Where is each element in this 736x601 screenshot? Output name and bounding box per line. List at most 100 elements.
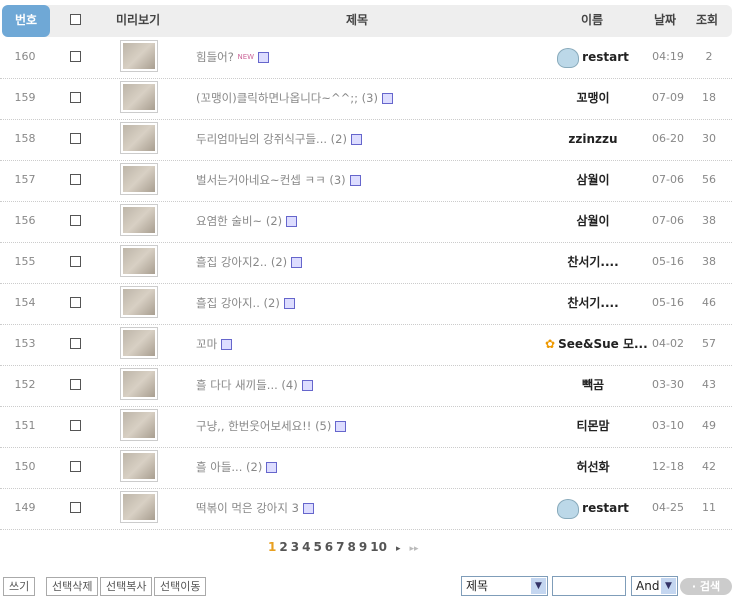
thumbnail[interactable] <box>120 491 158 523</box>
thumbnail[interactable] <box>120 40 158 72</box>
page-link[interactable]: 8 <box>348 540 356 554</box>
header-title: 제목 <box>346 13 369 27</box>
select-all-checkbox[interactable] <box>70 14 81 25</box>
post-title-link[interactable]: 구냥,, 한번웃어보세요!! (5) <box>196 406 347 446</box>
table-row: 156 요염한 술비~ (2) 삼월이 07-06 38 <box>0 201 732 243</box>
thumbnail[interactable] <box>120 204 158 236</box>
row-checkbox[interactable] <box>70 297 81 308</box>
post-title-link[interactable]: 힘들어? NEW <box>196 37 270 77</box>
page-link[interactable]: 4 <box>302 540 310 554</box>
last-page-icon[interactable]: ▸▸ <box>409 544 418 554</box>
author-name[interactable]: restart <box>545 37 641 77</box>
search-op-select[interactable]: And ▼ <box>631 576 678 596</box>
row-checkbox[interactable] <box>70 502 81 513</box>
post-title-link[interactable]: 두리엄마님의 강쥐식구들... (2) <box>196 119 362 159</box>
post-title-link[interactable]: 요염한 술비~ (2) <box>196 201 298 241</box>
row-checkbox[interactable] <box>70 215 81 226</box>
page-link[interactable]: 5 <box>313 540 321 554</box>
thumbnail[interactable] <box>120 245 158 277</box>
author-name[interactable]: 삼월이 <box>545 160 641 200</box>
search-field-value: 제목 <box>466 579 489 593</box>
post-title: 흘 아들... <box>196 460 243 474</box>
post-title-link[interactable]: 흘 아들... (2) <box>196 447 278 487</box>
delete-selected-button[interactable]: 선택삭제 <box>46 577 99 596</box>
move-selected-button[interactable]: 선택이동 <box>154 577 207 596</box>
page-link[interactable]: 2 <box>279 540 287 554</box>
memo-icon <box>258 52 270 63</box>
table-row: 159 (꼬맹이)클릭하면나옵니다~^^;; (3) 꼬맹이 07-09 18 <box>0 78 732 120</box>
view-count: 49 <box>702 419 716 432</box>
thumbnail[interactable] <box>120 286 158 318</box>
user-icon <box>557 498 580 519</box>
post-title: 힘들어? <box>196 50 234 64</box>
page-link[interactable]: 1 <box>268 540 276 554</box>
search-field-select[interactable]: 제목 ▼ <box>461 576 548 596</box>
post-date: 05-16 <box>652 296 684 309</box>
header-no: 번호 <box>2 5 50 37</box>
post-title-link[interactable]: 꼬마 <box>196 324 233 364</box>
comment-count: (2) <box>263 296 280 310</box>
row-checkbox[interactable] <box>70 92 81 103</box>
post-title-link[interactable]: 흘집 강아지.. (2) <box>196 283 295 323</box>
author-name[interactable]: 삼월이 <box>545 201 641 241</box>
post-date: 05-16 <box>652 255 684 268</box>
next-page-icon[interactable]: ▸ <box>396 544 401 554</box>
table-row: 154 흘집 강아지.. (2) 찬서기.... 05-16 46 <box>0 283 732 325</box>
row-checkbox[interactable] <box>70 338 81 349</box>
post-date: 07-09 <box>652 91 684 104</box>
page-link[interactable]: 3 <box>291 540 299 554</box>
thumbnail[interactable] <box>120 409 158 441</box>
row-checkbox[interactable] <box>70 420 81 431</box>
author-name[interactable]: 꼬맹이 <box>545 78 641 118</box>
post-title-link[interactable]: 벌서는거아네요~컨셉 ㅋㅋ (3) <box>196 160 361 200</box>
chevron-down-icon: ▼ <box>661 578 676 594</box>
memo-icon <box>302 503 314 514</box>
author-name[interactable]: 찬서기.... <box>545 283 641 323</box>
author-label: 빽곰 <box>581 378 605 392</box>
author-name[interactable]: 찬서기.... <box>545 242 641 282</box>
page-link[interactable]: 6 <box>325 540 333 554</box>
thumbnail[interactable] <box>120 81 158 113</box>
author-name[interactable]: 빽곰 <box>545 365 641 405</box>
pagination: 1 2 3 4 5 6 7 8 9 10 ▸ ▸▸ <box>268 540 422 554</box>
thumbnail[interactable] <box>120 163 158 195</box>
author-name[interactable]: restart <box>545 488 641 528</box>
thumbnail[interactable] <box>120 450 158 482</box>
post-title-link[interactable]: (꼬맹이)클릭하면나옵니다~^^;; (3) <box>196 78 393 118</box>
author-name[interactable]: 허선화 <box>545 447 641 487</box>
table-row: 152 흘 다다 새끼들... (4) 빽곰 03-30 43 <box>0 365 732 407</box>
write-button[interactable]: 쓰기 <box>3 577 36 596</box>
row-checkbox[interactable] <box>70 133 81 144</box>
row-checkbox[interactable] <box>70 379 81 390</box>
post-date: 04-25 <box>652 501 684 514</box>
author-name[interactable]: ✿ See&Sue 모... <box>545 324 648 364</box>
thumbnail[interactable] <box>120 122 158 154</box>
row-checkbox[interactable] <box>70 51 81 62</box>
search-button[interactable]: · 검색 <box>680 578 732 595</box>
row-checkbox[interactable] <box>70 256 81 267</box>
copy-selected-button[interactable]: 선택복사 <box>100 577 153 596</box>
view-count: 11 <box>702 501 716 514</box>
post-title-link[interactable]: 떡볶이 먹은 강아지 3 <box>196 488 314 528</box>
page-link[interactable]: 9 <box>359 540 367 554</box>
thumbnail[interactable] <box>120 327 158 359</box>
memo-icon <box>349 175 361 186</box>
post-title: 흘집 강아지2.. <box>196 255 268 269</box>
page-link[interactable]: 7 <box>336 540 344 554</box>
row-checkbox[interactable] <box>70 174 81 185</box>
search-input[interactable] <box>552 576 626 596</box>
author-name[interactable]: 티몬맘 <box>545 406 641 446</box>
memo-icon <box>301 380 313 391</box>
author-name[interactable]: zzinzzu <box>545 119 641 159</box>
post-title-link[interactable]: 흘집 강아지2.. (2) <box>196 242 303 282</box>
memo-icon <box>266 462 278 473</box>
search-op-value: And <box>636 579 660 593</box>
new-badge: NEW <box>237 53 255 61</box>
table-row: 155 흘집 강아지2.. (2) 찬서기.... 05-16 38 <box>0 242 732 284</box>
row-checkbox[interactable] <box>70 461 81 472</box>
post-title-link[interactable]: 흘 다다 새끼들... (4) <box>196 365 313 405</box>
memo-icon <box>335 421 347 432</box>
comment-count: (2) <box>330 132 347 146</box>
thumbnail[interactable] <box>120 368 158 400</box>
page-link[interactable]: 10 <box>370 540 387 554</box>
